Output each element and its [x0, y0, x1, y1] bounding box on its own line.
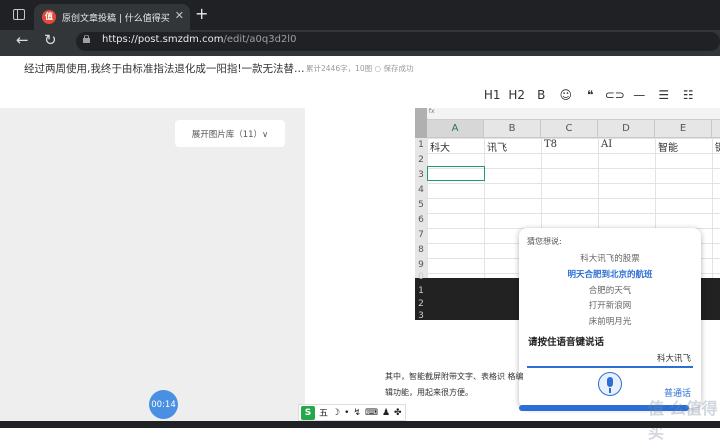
voice-suggestion[interactable]: 打开新浪网 — [519, 299, 701, 311]
row-number: 0 — [418, 272, 424, 282]
lock-icon — [83, 35, 90, 43]
column-header — [712, 120, 720, 138]
punctuation-icon[interactable]: • — [344, 408, 349, 418]
row-number: 2 — [418, 155, 424, 165]
cell: AI — [601, 139, 613, 150]
voice-suggestion[interactable]: 床前明月光 — [519, 315, 701, 327]
close-tab-icon[interactable]: ✕ — [175, 9, 184, 22]
link-icon[interactable]: ⊂⊃ — [603, 85, 628, 105]
microphone-icon[interactable] — [598, 372, 622, 396]
new-tab-icon[interactable]: + — [195, 5, 208, 23]
press-to-talk-label: 请按住语音键说话 — [528, 337, 605, 348]
row-number: 4 — [418, 185, 424, 195]
row-number: 8 — [418, 245, 424, 255]
row-number: 1 — [418, 286, 424, 296]
formula-bar: fx — [427, 108, 720, 120]
row-number: 5 — [418, 200, 424, 210]
cell: 科大 — [430, 143, 450, 154]
save-status: 累计2446字，10图 ○ 保存成功 — [306, 64, 414, 73]
article-body-text[interactable]: 其中，智能截屏附带文字、表格识 格编辑功能，用起来很方便。 — [385, 369, 525, 401]
wubi-mode-button[interactable]: 五 — [319, 406, 328, 419]
back-icon[interactable]: ← — [16, 31, 29, 49]
sogou-logo-icon[interactable]: S — [301, 405, 315, 420]
cell: 讯飞 — [487, 143, 507, 154]
cell: T8 — [544, 139, 558, 150]
bottom-edge — [0, 421, 720, 428]
voice-hint: 猜您想说: — [527, 237, 562, 246]
voice-icon[interactable]: ↯ — [353, 408, 361, 418]
url-text[interactable]: https://post.smzdm.com/edit/a0q3d2l0 — [102, 34, 296, 45]
browser-tab[interactable]: 值 原创文章投稿 | 什么值得买 ✕ — [34, 4, 190, 30]
tab-actions-icon[interactable] — [13, 9, 25, 20]
row-number: 3 — [418, 311, 424, 320]
editor-toolbar: H1 H2 B ☺ ❝ ⊂⊃ — ☰ ☷ — [480, 85, 701, 105]
row-number: 6 — [418, 215, 424, 225]
row-number: 7 — [418, 230, 424, 240]
voice-input-popup: 猜您想说: 科大讯飞的股票 明天合肥到北京的航班 合肥的天气 打开新浪网 床前明… — [519, 228, 701, 411]
moon-icon[interactable]: ☽ — [332, 408, 340, 418]
selected-cell — [427, 166, 485, 181]
left-panel — [0, 108, 305, 428]
heading2-button[interactable]: H2 — [505, 85, 530, 105]
column-header: E — [655, 120, 712, 138]
voice-brand: 科大讯飞 — [656, 354, 691, 364]
row-number: 1 — [418, 140, 424, 150]
timer-badge[interactable]: 00:14 — [149, 390, 178, 419]
user-icon[interactable]: ♟ — [382, 408, 390, 418]
row-number: 2 — [418, 299, 424, 309]
tab-title: 原创文章投稿 | 什么值得买 — [62, 13, 170, 24]
cell: 键 — [715, 139, 720, 154]
cell: 智能 — [658, 143, 678, 154]
voice-suggestion[interactable]: 合肥的天气 — [519, 284, 701, 296]
column-header: C — [541, 120, 598, 138]
bullet-list-icon[interactable]: ☰ — [652, 85, 677, 105]
ime-toolbar: S 五 ☽ • ↯ ⌨ ♟ ✤ — [298, 404, 406, 421]
voice-suggestion[interactable]: 科大讯飞的股票 — [519, 252, 701, 264]
divider-icon[interactable]: — — [627, 85, 652, 105]
article-title[interactable]: 经过两周使用,我终于由标准指法退化成一阳指!一款无法替… — [24, 61, 305, 76]
column-header: D — [598, 120, 655, 138]
voice-suggestion[interactable]: 明天合肥到北京的航班 — [519, 268, 701, 280]
reload-icon[interactable]: ↻ — [44, 31, 57, 49]
heading1-button[interactable]: H1 — [480, 85, 505, 105]
quote-icon[interactable]: ❝ — [578, 85, 603, 105]
keyboard-icon[interactable]: ⌨ — [365, 408, 378, 418]
column-header: B — [484, 120, 541, 138]
ordered-list-icon[interactable]: ☷ — [676, 85, 701, 105]
column-header: A — [427, 120, 484, 138]
row-number: 9 — [418, 260, 424, 270]
row-number: 3 — [418, 170, 424, 180]
favicon-icon: 值 — [42, 10, 56, 24]
voice-input-line — [527, 366, 693, 368]
expand-gallery-button[interactable]: 展开图片库（11）∨ — [175, 120, 285, 147]
emoji-icon[interactable]: ☺ — [554, 85, 579, 105]
watermark: 值 么值得买 — [648, 399, 718, 442]
bold-button[interactable]: B — [529, 85, 554, 105]
toolbox-icon[interactable]: ✤ — [394, 408, 402, 418]
